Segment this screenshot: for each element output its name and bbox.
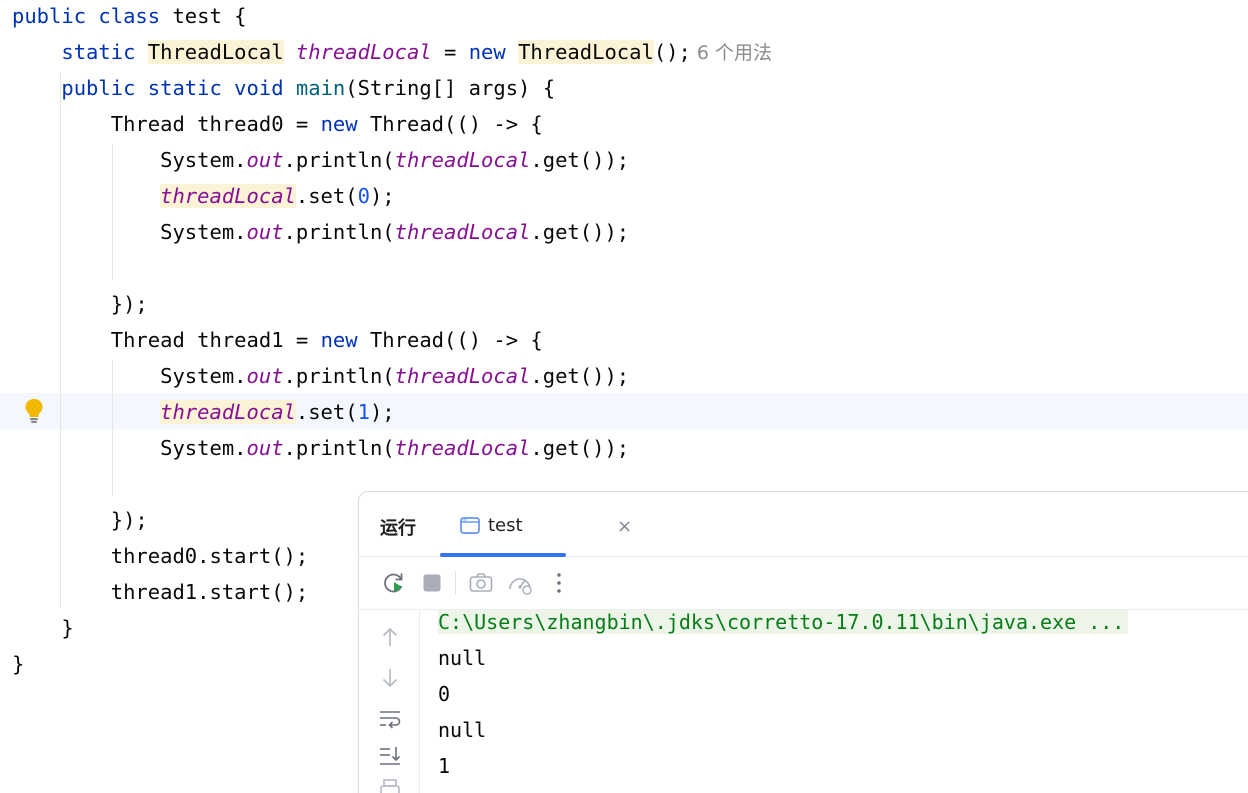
- code-line-15[interactable]: });: [12, 502, 148, 538]
- command-line: C:\Users\zhangbin\.jdks\corretto-17.0.11…: [438, 610, 1129, 634]
- camera-icon[interactable]: [468, 570, 494, 596]
- lightbulb-icon[interactable]: [24, 397, 44, 425]
- code-line-18[interactable]: }: [12, 610, 73, 646]
- code-line-4[interactable]: Thread thread0 = new Thread(() -> {: [12, 106, 543, 142]
- usages-hint[interactable]: 6 个用法: [697, 42, 772, 64]
- arrow-down-icon[interactable]: [378, 666, 402, 690]
- code-line-6[interactable]: threadLocal.set(0);: [12, 178, 395, 214]
- run-toolbar: [359, 557, 1248, 610]
- console-line: 1: [438, 754, 451, 778]
- soft-wrap-icon[interactable]: [378, 706, 402, 730]
- run-title: 运行: [380, 518, 416, 539]
- console-side-toolbar: [359, 610, 420, 793]
- scroll-to-end-icon[interactable]: [378, 744, 402, 768]
- code-line-12[interactable]: threadLocal.set(1);: [12, 394, 395, 430]
- arrow-up-icon[interactable]: [378, 625, 402, 649]
- gauge-icon[interactable]: [507, 570, 533, 596]
- toolbar-separator: [455, 571, 456, 595]
- console-line: null: [438, 718, 487, 742]
- print-icon[interactable]: [378, 778, 402, 793]
- code-line-3[interactable]: public static void main(String[] args) {: [12, 70, 555, 106]
- code-line-2[interactable]: static ThreadLocal threadLocal = new Thr…: [12, 34, 772, 70]
- tab-label: test: [488, 515, 523, 536]
- code-line-10[interactable]: Thread thread1 = new Thread(() -> {: [12, 322, 543, 358]
- code-line-1[interactable]: public class test {: [12, 0, 247, 34]
- close-icon[interactable]: ×: [617, 516, 632, 537]
- code-line-5[interactable]: System.out.println(threadLocal.get());: [12, 142, 629, 178]
- code-line-9[interactable]: });: [12, 286, 148, 322]
- run-tool-window[interactable]: 运行 test × C:\Users\zhangbin\.jdks\corret…: [358, 491, 1248, 793]
- console-window-icon: [460, 517, 480, 534]
- more-vertical-icon[interactable]: [546, 570, 572, 596]
- code-line-7[interactable]: System.out.println(threadLocal.get());: [12, 214, 629, 250]
- console-output[interactable]: C:\Users\zhangbin\.jdks\corretto-17.0.11…: [420, 610, 1248, 793]
- code-line-16[interactable]: thread0.start();: [12, 538, 308, 574]
- console-line-command: C:\Users\zhangbin\.jdks\corretto-17.0.11…: [438, 604, 1129, 640]
- rerun-icon[interactable]: [381, 570, 407, 596]
- stop-icon[interactable]: [419, 570, 445, 596]
- tab-test[interactable]: test ×: [441, 492, 632, 556]
- run-tool-header: 运行 test ×: [359, 492, 1248, 557]
- console-line: null: [438, 646, 487, 670]
- code-line-17[interactable]: thread1.start();: [12, 574, 308, 610]
- code-line-19[interactable]: }: [12, 646, 24, 682]
- code-line-13[interactable]: System.out.println(threadLocal.get());: [12, 430, 629, 466]
- code-line-11[interactable]: System.out.println(threadLocal.get());: [12, 358, 629, 394]
- console-line: 0: [438, 682, 451, 706]
